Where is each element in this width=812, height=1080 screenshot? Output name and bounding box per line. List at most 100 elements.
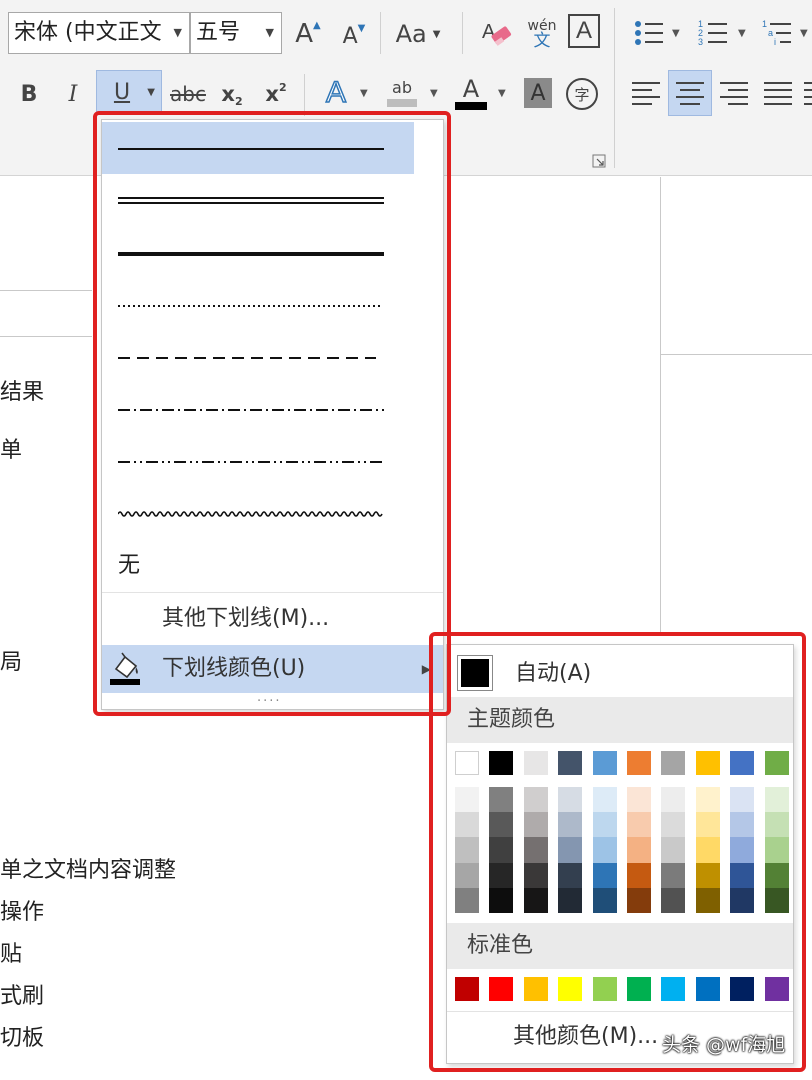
underline-style-thick[interactable] (102, 226, 414, 278)
underline-style-single[interactable] (102, 122, 414, 174)
font-size-combobox[interactable]: 五号 ▼ (190, 12, 282, 54)
underline-style-double[interactable] (102, 174, 414, 226)
theme-shade-swatch[interactable] (695, 812, 720, 838)
standard-color-swatch[interactable] (627, 977, 651, 1001)
chevron-down-icon[interactable]: ▼ (672, 28, 680, 39)
theme-shade-swatch[interactable] (592, 837, 617, 863)
theme-color-swatch[interactable] (764, 751, 789, 775)
underline-none-option[interactable]: 无 (102, 540, 443, 592)
clear-formatting-button[interactable]: A (476, 14, 516, 54)
distributed-button[interactable] (800, 72, 812, 114)
standard-color-swatch[interactable] (558, 977, 583, 1001)
phonetic-guide-button[interactable]: wén 文 (522, 12, 562, 56)
standard-color-swatch[interactable] (592, 977, 617, 1001)
standard-color-swatch[interactable] (695, 977, 720, 1001)
theme-shade-swatch[interactable] (661, 812, 686, 838)
bold-button[interactable]: B (14, 76, 44, 112)
resize-grip[interactable]: .... (257, 690, 282, 705)
subscript-button[interactable]: x 2 (214, 76, 250, 112)
italic-button[interactable]: I (58, 76, 88, 112)
theme-shade-swatch[interactable] (661, 887, 686, 914)
nav-pane-item[interactable]: 切板 (0, 1020, 44, 1052)
theme-shade-swatch[interactable] (558, 837, 583, 863)
theme-color-swatch[interactable] (489, 751, 514, 775)
automatic-color-option[interactable]: 自动(A) (447, 649, 793, 695)
nav-pane-item[interactable]: 局 (0, 644, 22, 676)
theme-shade-swatch[interactable] (558, 862, 583, 888)
theme-color-swatch[interactable] (627, 751, 651, 775)
theme-shade-swatch[interactable] (730, 787, 755, 813)
chevron-down-icon[interactable]: ▼ (430, 88, 438, 99)
text-effects-button[interactable]: A (316, 72, 356, 114)
theme-shade-swatch[interactable] (695, 862, 720, 888)
theme-shade-swatch[interactable] (627, 837, 651, 863)
theme-shade-swatch[interactable] (592, 812, 617, 838)
theme-shade-swatch[interactable] (523, 812, 548, 838)
font-name-dropdown-icon[interactable]: ▼ (174, 13, 182, 53)
theme-shade-swatch[interactable] (627, 787, 651, 813)
theme-shade-swatch[interactable] (592, 862, 617, 888)
superscript-button[interactable]: x 2 (258, 76, 294, 112)
theme-shade-swatch[interactable] (489, 787, 514, 813)
theme-shade-swatch[interactable] (558, 787, 583, 813)
underline-color-option[interactable]: 下划线颜色(U) ▶ (102, 645, 443, 693)
chevron-down-icon[interactable]: ▼ (433, 29, 441, 40)
standard-color-swatch[interactable] (523, 977, 548, 1001)
theme-shade-swatch[interactable] (627, 887, 651, 914)
theme-color-swatch[interactable] (730, 751, 755, 775)
theme-shade-swatch[interactable] (627, 862, 651, 888)
theme-shade-swatch[interactable] (523, 887, 548, 914)
standard-color-swatch[interactable] (730, 977, 755, 1001)
theme-shade-swatch[interactable] (695, 887, 720, 914)
numbering-button[interactable]: 1 2 3 (694, 14, 732, 52)
theme-shade-swatch[interactable] (764, 837, 789, 863)
theme-shade-swatch[interactable] (489, 812, 514, 838)
theme-shade-swatch[interactable] (489, 887, 514, 914)
character-shading-button[interactable]: A (524, 78, 552, 108)
theme-color-swatch[interactable] (661, 751, 686, 775)
nav-pane-item[interactable]: 单之文档内容调整 (0, 852, 176, 884)
character-border-button[interactable]: A (568, 14, 600, 48)
theme-shade-swatch[interactable] (661, 837, 686, 863)
theme-shade-swatch[interactable] (627, 812, 651, 838)
theme-shade-swatch[interactable] (730, 862, 755, 888)
underline-style-dash-dot[interactable] (102, 382, 414, 434)
theme-shade-swatch[interactable] (764, 862, 789, 888)
theme-shade-swatch[interactable] (592, 887, 617, 914)
highlight-button[interactable]: ab (382, 72, 422, 114)
underline-style-dash-dot-dot[interactable] (102, 434, 414, 486)
justify-button[interactable] (758, 72, 798, 114)
standard-color-swatch[interactable] (764, 977, 789, 1001)
nav-pane-item[interactable]: 贴 (0, 936, 22, 968)
theme-shade-swatch[interactable] (764, 812, 789, 838)
grow-font-button[interactable]: A ▲ (292, 14, 324, 54)
theme-shade-swatch[interactable] (455, 787, 479, 813)
theme-shade-swatch[interactable] (730, 887, 755, 914)
nav-pane-item[interactable]: 结果 (0, 374, 44, 406)
font-dialog-launcher-icon[interactable] (592, 154, 606, 168)
theme-shade-swatch[interactable] (730, 812, 755, 838)
enclose-characters-button[interactable]: 字 (566, 78, 598, 110)
theme-shade-swatch[interactable] (455, 887, 479, 914)
theme-shade-swatch[interactable] (695, 837, 720, 863)
shrink-font-button[interactable]: A ▼ (338, 18, 370, 54)
nav-pane-item[interactable]: 单 (0, 432, 22, 464)
align-right-button[interactable] (714, 72, 754, 114)
theme-shade-swatch[interactable] (661, 862, 686, 888)
align-left-button[interactable] (626, 72, 666, 114)
nav-pane-item[interactable]: 操作 (0, 894, 44, 926)
font-name-combobox[interactable]: 宋体 (中文正文 ▼ (8, 12, 190, 54)
theme-shade-swatch[interactable] (695, 787, 720, 813)
theme-color-swatch[interactable] (558, 751, 583, 775)
chevron-down-icon[interactable]: ▼ (498, 88, 506, 99)
theme-color-swatch[interactable] (592, 751, 617, 775)
nav-pane-item[interactable]: 式刷 (0, 978, 44, 1010)
chevron-down-icon[interactable]: ▼ (147, 87, 155, 98)
theme-shade-swatch[interactable] (558, 812, 583, 838)
theme-shade-swatch[interactable] (592, 787, 617, 813)
standard-color-swatch[interactable] (455, 977, 479, 1001)
underline-style-wave[interactable] (102, 486, 414, 538)
theme-shade-swatch[interactable] (558, 887, 583, 914)
theme-shade-swatch[interactable] (455, 812, 479, 838)
more-underlines-option[interactable]: 其他下划线(M)... (102, 594, 443, 644)
